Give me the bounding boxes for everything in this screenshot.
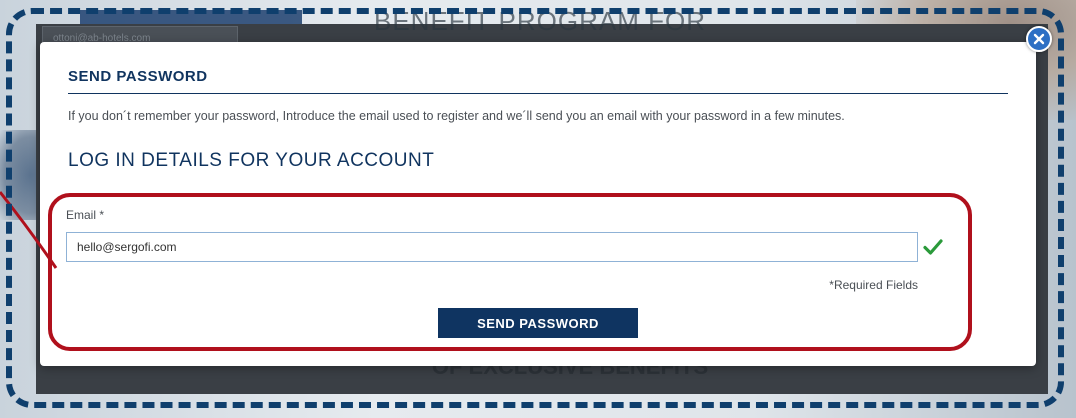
send-password-button[interactable]: SEND PASSWORD bbox=[438, 308, 638, 338]
background-heading: BENEFIT PROGRAM FOR bbox=[374, 6, 706, 36]
send-password-modal: SEND PASSWORD If you don´t remember your… bbox=[40, 42, 1036, 366]
check-icon bbox=[923, 239, 943, 255]
close-button[interactable] bbox=[1026, 26, 1052, 52]
required-fields-note: *Required Fields bbox=[829, 278, 918, 292]
close-icon bbox=[1033, 33, 1045, 45]
section-title: LOG IN DETAILS FOR YOUR ACCOUNT bbox=[68, 150, 435, 171]
modal-title: SEND PASSWORD bbox=[68, 68, 1008, 94]
email-label: Email * bbox=[66, 208, 105, 222]
email-field[interactable] bbox=[66, 232, 918, 262]
modal-description: If you don´t remember your password, Int… bbox=[68, 109, 845, 123]
